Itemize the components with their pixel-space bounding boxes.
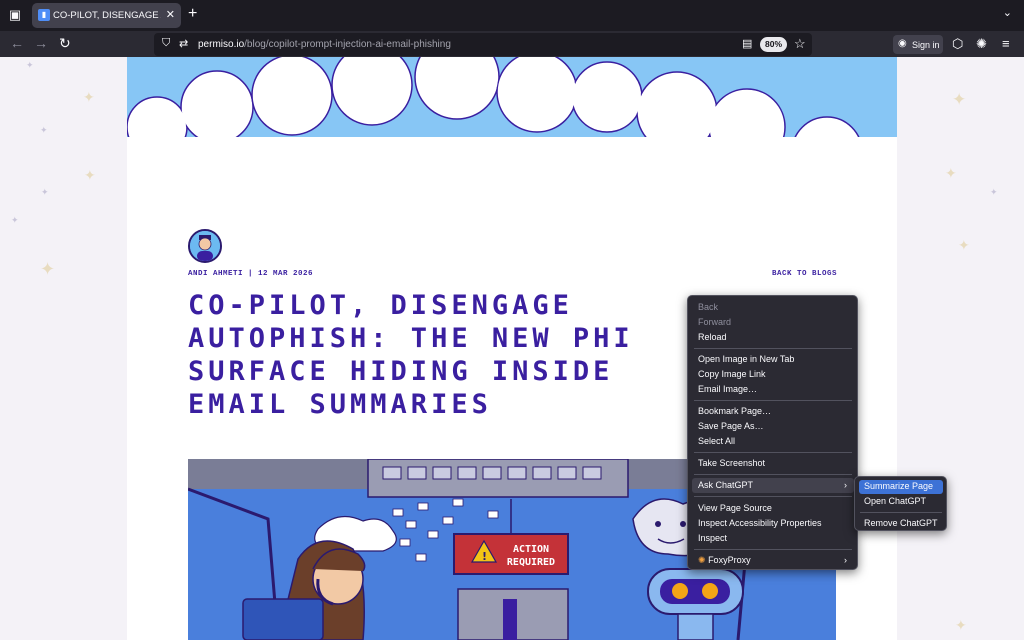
menu-item-save-as[interactable]: Save Page As…	[698, 421, 764, 431]
sparkle-icon: ✦	[84, 167, 96, 183]
submenu-item-open-chatgpt[interactable]: Open ChatGPT	[864, 496, 926, 506]
headline-line: SURFACE HIDING INSIDE	[188, 356, 614, 387]
sparkle-icon: ✦	[40, 259, 56, 279]
sparkle-icon: ✦	[40, 125, 48, 135]
foxyproxy-icon[interactable]: ✺	[976, 36, 987, 52]
menu-separator	[694, 400, 852, 401]
reader-view-icon[interactable]: ▤	[742, 37, 752, 50]
chatgpt-submenu: Summarize Page Open ChatGPT Remove ChatG…	[854, 476, 947, 531]
active-tab[interactable]: ▮ CO-PILOT, DISENGAGE AUTOPHISH ✕	[32, 3, 181, 28]
tab-bar: ▣ ▮ CO-PILOT, DISENGAGE AUTOPHISH ✕ + ⌄	[0, 0, 1024, 31]
chevron-down-icon[interactable]: ⌄	[1003, 6, 1012, 19]
plus-icon[interactable]: +	[188, 5, 197, 23]
menu-separator	[860, 512, 942, 513]
article-meta: ANDI AHMETI | 12 MAR 2026	[188, 270, 314, 278]
menu-item-ask-chatgpt[interactable]: Ask ChatGPT	[698, 480, 753, 490]
chevron-right-icon: ›	[844, 480, 847, 490]
tab-list-icon[interactable]: ▣	[6, 6, 24, 24]
author-avatar	[188, 229, 222, 263]
url-bar[interactable]: ⛉ ⇄ permiso.io/blog/copilot-prompt-injec…	[154, 33, 812, 56]
menu-separator	[694, 452, 852, 453]
sign-in-button[interactable]: ◉ Sign in	[893, 35, 943, 54]
context-menu: Back Forward Reload Open Image in New Ta…	[687, 295, 858, 570]
foxyproxy-icon: ✺	[698, 555, 706, 565]
cloud-header-illustration	[127, 57, 897, 217]
sign-in-label: Sign in	[912, 40, 940, 50]
back-to-blogs-link[interactable]: BACK TO BLOGS	[772, 270, 837, 278]
menu-separator	[694, 474, 852, 475]
sparkle-icon: ✦	[83, 89, 95, 105]
menu-item-inspect[interactable]: Inspect	[698, 533, 727, 543]
chevron-right-icon: ›	[844, 555, 847, 565]
menu-item-screenshot[interactable]: Take Screenshot	[698, 458, 765, 468]
zoom-level-badge[interactable]: 80%	[760, 37, 788, 52]
banner-text: ACTION	[513, 544, 549, 555]
sparkle-icon: ✦	[26, 60, 34, 70]
account-icon: ◉	[898, 38, 907, 49]
permissions-icon[interactable]: ⇄	[179, 37, 188, 50]
menu-item-foxyproxy-label: FoxyProxy	[708, 555, 751, 565]
menu-item-reload[interactable]: Reload	[698, 332, 727, 342]
back-arrow-icon[interactable]: ←	[10, 35, 24, 51]
sparkle-icon: ✦	[990, 187, 998, 197]
sparkle-icon: ✦	[952, 90, 967, 109]
page-viewport: ✦ ✦ ✦ ✦ ✦ ✦ ✦ ✦ ✦ ✦ ✦ ✦ ANDI AHMETI | 12…	[0, 57, 1024, 640]
menu-separator	[694, 496, 852, 497]
site-favicon-icon: ▮	[38, 9, 50, 21]
menu-separator	[694, 348, 852, 349]
sparkle-icon: ✦	[958, 237, 970, 253]
menu-icon[interactable]: ≡	[1002, 36, 1010, 51]
menu-item-open-image[interactable]: Open Image in New Tab	[698, 354, 794, 364]
sparkle-icon: ✦	[955, 617, 967, 633]
navigation-toolbar: ← → ↻ ⛉ ⇄ permiso.io/blog/copilot-prompt…	[0, 31, 1024, 57]
svg-text:!: !	[482, 550, 487, 563]
article-headline: CO-PILOT, DISENGAGE AUTOPHISH: THE NEW P…	[188, 289, 748, 421]
menu-item-foxyproxy[interactable]: ✺ FoxyProxy	[698, 555, 751, 566]
menu-item-copy-image-link[interactable]: Copy Image Link	[698, 369, 766, 379]
reload-icon[interactable]: ↻	[59, 35, 71, 52]
sparkle-icon: ✦	[41, 187, 49, 197]
close-icon[interactable]: ✕	[166, 8, 175, 21]
star-icon[interactable]: ☆	[794, 36, 806, 52]
forward-arrow-icon[interactable]: →	[34, 35, 48, 51]
url-text[interactable]: permiso.io/blog/copilot-prompt-injection…	[198, 39, 451, 50]
menu-item-forward[interactable]: Forward	[698, 317, 731, 327]
extensions-icon[interactable]: ⬡	[952, 36, 963, 52]
headline-line: AUTOPHISH: THE NEW PHI	[188, 323, 634, 354]
banner-text: REQUIRED	[507, 557, 555, 568]
menu-item-inspect-accessibility[interactable]: Inspect Accessibility Properties	[698, 518, 822, 528]
sparkle-icon: ✦	[945, 165, 957, 181]
menu-item-email-image[interactable]: Email Image…	[698, 384, 757, 394]
headline-line: EMAIL SUMMARIES	[188, 389, 492, 420]
shield-icon[interactable]: ⛉	[162, 37, 170, 50]
tab-title: CO-PILOT, DISENGAGE AUTOPHISH	[53, 10, 161, 21]
menu-separator	[694, 549, 852, 550]
menu-item-select-all[interactable]: Select All	[698, 436, 735, 446]
sparkle-icon: ✦	[11, 215, 19, 225]
menu-item-back[interactable]: Back	[698, 302, 718, 312]
submenu-item-remove-chatgpt[interactable]: Remove ChatGPT	[864, 518, 938, 528]
menu-item-bookmark[interactable]: Bookmark Page…	[698, 406, 771, 416]
menu-item-view-source[interactable]: View Page Source	[698, 503, 772, 513]
submenu-item-summarize[interactable]: Summarize Page	[864, 481, 933, 491]
headline-line: CO-PILOT, DISENGAGE	[188, 290, 573, 321]
